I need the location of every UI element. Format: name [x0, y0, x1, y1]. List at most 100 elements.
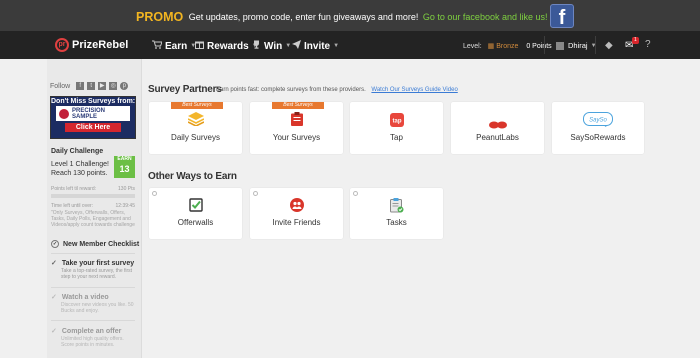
avatar — [556, 41, 564, 50]
nav-invite-label: Invite — [304, 40, 331, 52]
check-icon: ✓ — [51, 260, 57, 267]
user-name: Dhiraj — [568, 41, 588, 50]
best-surveys-ribbon: Best Surveys — [171, 102, 223, 109]
trophy-icon — [252, 40, 261, 52]
pinterest-icon[interactable]: p — [120, 82, 129, 90]
card-tap[interactable]: tap Tap — [350, 102, 443, 154]
card-label: Offerwalls — [177, 218, 214, 227]
checklist-item-offer[interactable]: ✓ Complete an offer — [51, 327, 121, 336]
check-icon: ✓ — [51, 328, 57, 335]
peanut-icon — [488, 116, 507, 134]
youtube-icon[interactable]: ▶ — [98, 82, 107, 90]
nav-earn[interactable]: Earn ▼ — [152, 40, 196, 52]
cart-icon — [152, 40, 163, 52]
card-label: Tasks — [386, 218, 407, 227]
precision-sample-ad[interactable]: Don't Miss Surveys from: PRECISION SAMPL… — [50, 96, 136, 139]
level-status: Level: ▦ Bronze 0 Points — [463, 42, 552, 50]
level-value: Bronze — [496, 43, 519, 50]
checklist-item-survey[interactable]: ✓ Take your first survey — [51, 259, 135, 268]
checkbox-icon — [188, 198, 203, 217]
checklist-item-desc: Take a top-rated survey, the first step … — [61, 268, 133, 280]
checklist-item-video[interactable]: ✓ Watch a video — [51, 293, 109, 302]
promo-banner: PROMO Get updates, promo code, enter fun… — [0, 0, 700, 31]
survey-partners-subtitle: Earn points fast: complete surveys from … — [216, 87, 458, 93]
points-left-row: Points left til reward: 130 Pts — [51, 186, 135, 192]
card-label: SaySoRewards — [570, 133, 626, 142]
nav-divider — [595, 36, 596, 54]
clipboard-icon — [290, 112, 303, 131]
ad-headline: Don't Miss Surveys from: — [51, 98, 136, 105]
card-offerwalls[interactable]: Offerwalls — [149, 188, 242, 239]
radio-icon — [152, 191, 157, 196]
time-left-value: 12:39:45 — [115, 203, 135, 209]
earn-label: EARN — [117, 156, 132, 162]
daily-challenge-line1: Level 1 Challenge! — [51, 161, 109, 168]
logo[interactable]: pr PrizeRebel — [55, 38, 128, 52]
divider — [51, 287, 135, 288]
card-daily-surveys[interactable]: Best Surveys Daily Surveys — [149, 102, 242, 154]
radio-icon — [353, 191, 358, 196]
checklist-item-title: Watch a video — [61, 293, 109, 301]
twitter-icon[interactable]: t — [87, 82, 96, 90]
instagram-icon[interactable]: ◎ — [109, 82, 118, 90]
follow-row: Follow f t ▶ ◎ p — [50, 82, 129, 90]
ad-brand-line2: SAMPLE — [72, 113, 98, 120]
divider — [51, 253, 135, 254]
nav-invite[interactable]: Invite ▼ — [292, 40, 339, 52]
best-surveys-ribbon: Best Surveys — [272, 102, 324, 109]
promo-heading: PROMO — [136, 10, 184, 24]
checklist-item-desc: Discover new videos you like. 50 Bucks a… — [61, 302, 134, 314]
nav-divider — [544, 36, 545, 54]
sayso-logo-icon: SaySo — [583, 112, 613, 132]
promo-facebook-link[interactable]: Go to our facebook and like us! — [423, 12, 548, 22]
survey-partners-title: Survey Partners — [148, 84, 222, 95]
user-menu[interactable]: Dhiraj ▼ — [556, 41, 597, 50]
checklist-title-text: New Member Checklist — [63, 240, 140, 248]
card-label: Invite Friends — [272, 218, 321, 227]
layers-icon — [187, 112, 204, 131]
chevron-down-icon: ▼ — [333, 43, 340, 49]
svg-text:SaySo: SaySo — [589, 118, 607, 124]
checklist-item-title: Take your first survey — [61, 259, 135, 267]
time-left-row: Time left until over: 12:39:45 — [51, 203, 135, 209]
challenge-note: "Only Surveys, Offerwalls, Offers, Tasks… — [51, 210, 135, 228]
facebook-icon[interactable]: f — [550, 4, 574, 29]
friends-icon — [289, 198, 304, 217]
checklist-title[interactable]: ✓ New Member Checklist — [51, 240, 139, 248]
card-label: Daily Surveys — [171, 133, 220, 142]
top-nav: pr PrizeRebel Earn ▼ Rewards ▼ Win ▼ Inv… — [0, 31, 700, 59]
chevron-down-icon: ▼ — [285, 43, 292, 49]
challenge-progress-bar — [51, 194, 135, 198]
gift-icon — [195, 40, 204, 52]
tag-icon[interactable]: ◆ — [605, 40, 613, 51]
follow-label: Follow — [50, 82, 71, 90]
time-left-label: Time left until over: — [51, 203, 94, 209]
help-icon[interactable]: ? — [645, 39, 651, 50]
card-your-surveys[interactable]: Best Surveys Your Surveys — [250, 102, 343, 154]
promo-body: Get updates, promo code, enter fun givea… — [188, 12, 419, 22]
survey-partners-desc: Earn points fast: complete surveys from … — [216, 87, 366, 93]
checklist-icon: ✓ — [51, 240, 59, 248]
level-label: Level: — [463, 43, 482, 50]
send-icon — [292, 40, 301, 52]
level-bronze: ▦ Bronze — [487, 43, 519, 50]
daily-challenge-line2: Reach 130 points. — [51, 170, 108, 177]
card-tasks[interactable]: Tasks — [350, 188, 443, 239]
card-invite-friends[interactable]: Invite Friends — [250, 188, 343, 239]
radio-icon — [253, 191, 258, 196]
card-saysorewards[interactable]: SaySo SaySoRewards — [552, 102, 644, 154]
guide-video-link[interactable]: Watch Our Surveys Guide Video — [371, 87, 457, 93]
card-peanutlabs[interactable]: PeanutLabs — [451, 102, 544, 154]
ad-click-button[interactable]: Click Here — [65, 123, 121, 132]
earn-value: 13 — [119, 164, 130, 174]
nav-win[interactable]: Win ▼ — [252, 40, 291, 52]
nav-win-label: Win — [264, 40, 283, 52]
tasks-icon — [389, 198, 404, 218]
divider — [51, 320, 135, 321]
promo-text: PROMO Get updates, promo code, enter fun… — [136, 9, 548, 24]
points-display: 0 Points — [526, 43, 552, 50]
facebook-icon[interactable]: f — [76, 82, 85, 90]
nav-rewards[interactable]: Rewards ▼ — [195, 40, 258, 52]
mail-count-badge: 1 — [632, 37, 639, 44]
card-label: Tap — [390, 133, 403, 142]
